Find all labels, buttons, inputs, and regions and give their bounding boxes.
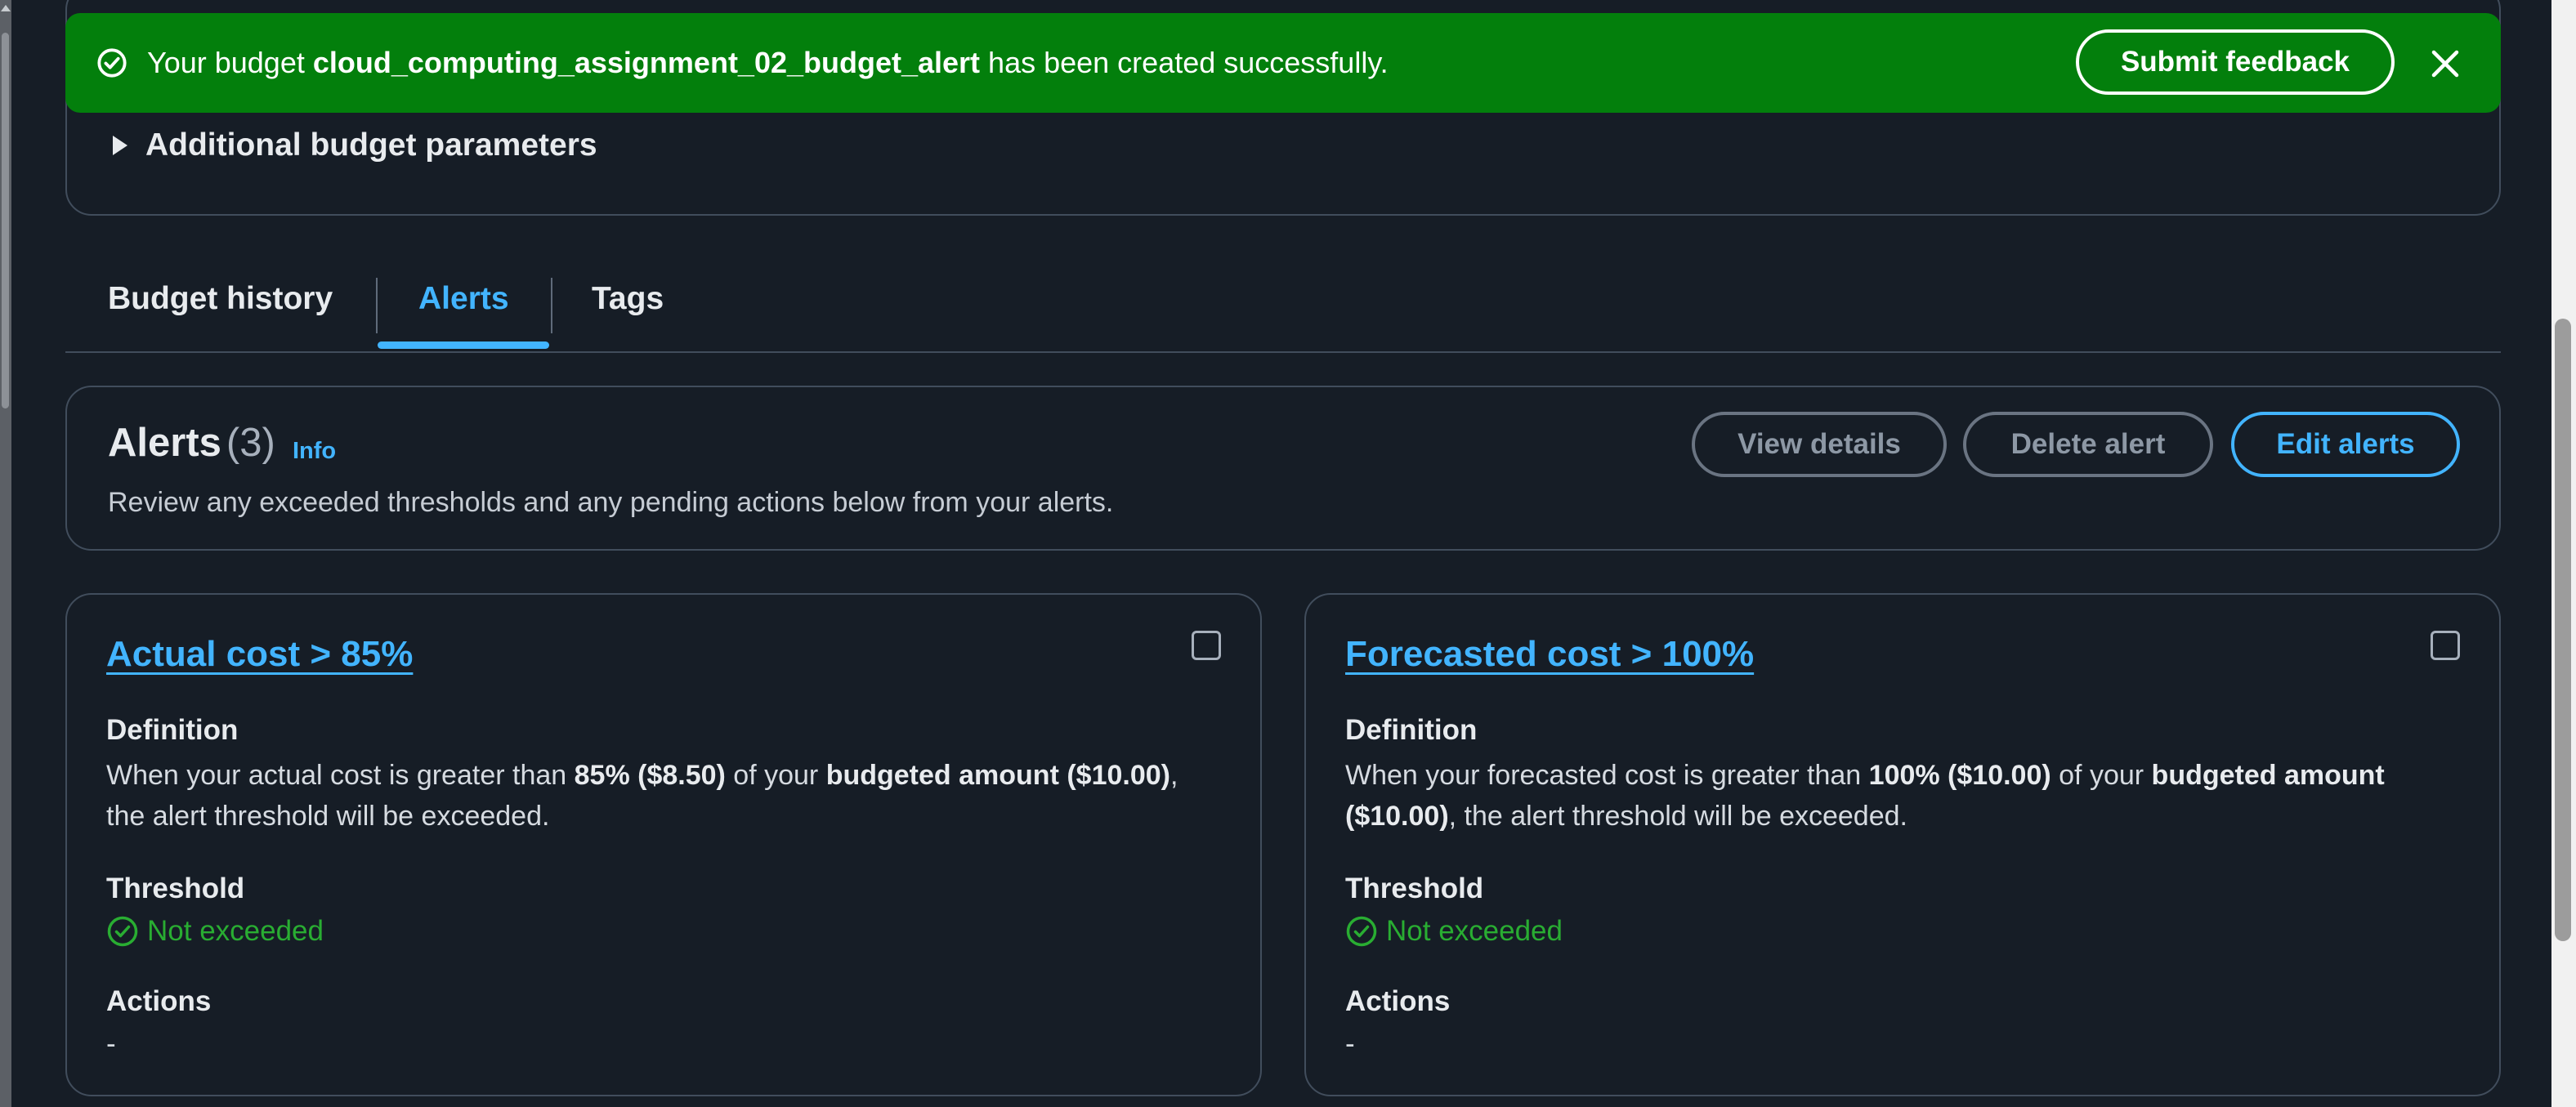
- threshold-status: Not exceeded: [1345, 915, 1563, 948]
- additional-budget-parameters-toggle[interactable]: Additional budget parameters: [113, 127, 597, 163]
- tab-divider: [376, 278, 378, 333]
- alerts-count: (3): [226, 421, 275, 465]
- alert-title-link[interactable]: Forecasted cost > 100%: [1345, 634, 1754, 675]
- flash-budget-name: cloud_computing_assignment_02_budget_ale…: [312, 46, 981, 79]
- definition-label: Definition: [106, 714, 239, 746]
- alerts-description: Review any exceeded thresholds and any p…: [108, 487, 1114, 518]
- threshold-status-text: Not exceeded: [147, 915, 324, 947]
- definition-part: , the alert threshold will be exceeded.: [1448, 801, 1907, 832]
- threshold-status: Not exceeded: [106, 915, 324, 948]
- actions-value: -: [1345, 1028, 1355, 1060]
- scrollbar-thumb[interactable]: [2555, 319, 2571, 941]
- tab-budget-history[interactable]: Budget history: [108, 281, 333, 317]
- definition-budgeted-amount: budgeted amount ($10.00): [825, 760, 1170, 791]
- edit-alerts-button[interactable]: Edit alerts: [2231, 412, 2460, 477]
- alert-card: Actual cost > 85% Definition When your a…: [65, 593, 1262, 1096]
- definition-threshold-value: 85% ($8.50): [574, 760, 726, 791]
- alert-card: Forecasted cost > 100% Definition When y…: [1304, 593, 2501, 1096]
- definition-part: When your forecasted cost is greater tha…: [1345, 760, 1869, 791]
- caret-right-icon: [113, 136, 127, 155]
- delete-alert-button[interactable]: Delete alert: [1963, 412, 2213, 477]
- threshold-label: Threshold: [106, 873, 245, 904]
- scroll-up-arrow-icon[interactable]: [1, 5, 11, 11]
- info-link[interactable]: Info: [293, 438, 336, 465]
- definition-label: Definition: [1345, 714, 1478, 746]
- flash-message-prefix: Your budget: [147, 46, 313, 79]
- success-flash-notification: Your budget cloud_computing_assignment_0…: [65, 13, 2501, 113]
- active-tab-indicator: [378, 341, 549, 349]
- definition-text: When your forecasted cost is greater tha…: [1345, 755, 2457, 837]
- check-circle-icon: [97, 48, 127, 78]
- flash-message-suffix: has been created successfully.: [980, 46, 1389, 79]
- checkbox-icon[interactable]: [1192, 631, 1221, 660]
- tab-alerts[interactable]: Alerts: [418, 281, 509, 317]
- actions-value: -: [106, 1028, 116, 1060]
- threshold-label: Threshold: [1345, 873, 1484, 904]
- alerts-title: Alerts (3): [108, 420, 275, 466]
- check-circle-icon: [107, 916, 138, 947]
- alert-title-link[interactable]: Actual cost > 85%: [106, 634, 413, 675]
- main-content: Additional budget parameters Your budget…: [65, 0, 2501, 1107]
- actions-label: Actions: [106, 985, 212, 1017]
- definition-part: of your: [2051, 760, 2152, 791]
- definition-part: When your actual cost is greater than: [106, 760, 575, 791]
- left-scrollbar-thumb[interactable]: [2, 33, 9, 408]
- check-circle-icon: [1346, 916, 1377, 947]
- actions-label: Actions: [1345, 985, 1451, 1017]
- vertical-scrollbar[interactable]: [2551, 0, 2576, 1107]
- threshold-status-text: Not exceeded: [1386, 915, 1563, 947]
- budget-tabs: Budget history Alerts Tags: [65, 245, 2501, 353]
- definition-threshold-value: 100% ($10.00): [1868, 760, 2051, 791]
- additional-budget-parameters-label: Additional budget parameters: [145, 127, 597, 163]
- alerts-header-container: Alerts (3) Info Review any exceeded thres…: [65, 386, 2501, 551]
- tab-tags[interactable]: Tags: [592, 281, 664, 317]
- flash-message: Your budget cloud_computing_assignment_0…: [147, 46, 1389, 80]
- definition-part: of your: [725, 760, 826, 791]
- checkbox-icon[interactable]: [2431, 631, 2460, 660]
- close-icon[interactable]: [2429, 47, 2462, 80]
- alerts-title-text: Alerts: [108, 421, 221, 465]
- tab-divider: [551, 278, 552, 333]
- submit-feedback-button[interactable]: Submit feedback: [2076, 29, 2395, 95]
- view-details-button[interactable]: View details: [1692, 412, 1947, 477]
- definition-text: When your actual cost is greater than 85…: [106, 755, 1218, 837]
- left-scrollbar[interactable]: [0, 0, 11, 1107]
